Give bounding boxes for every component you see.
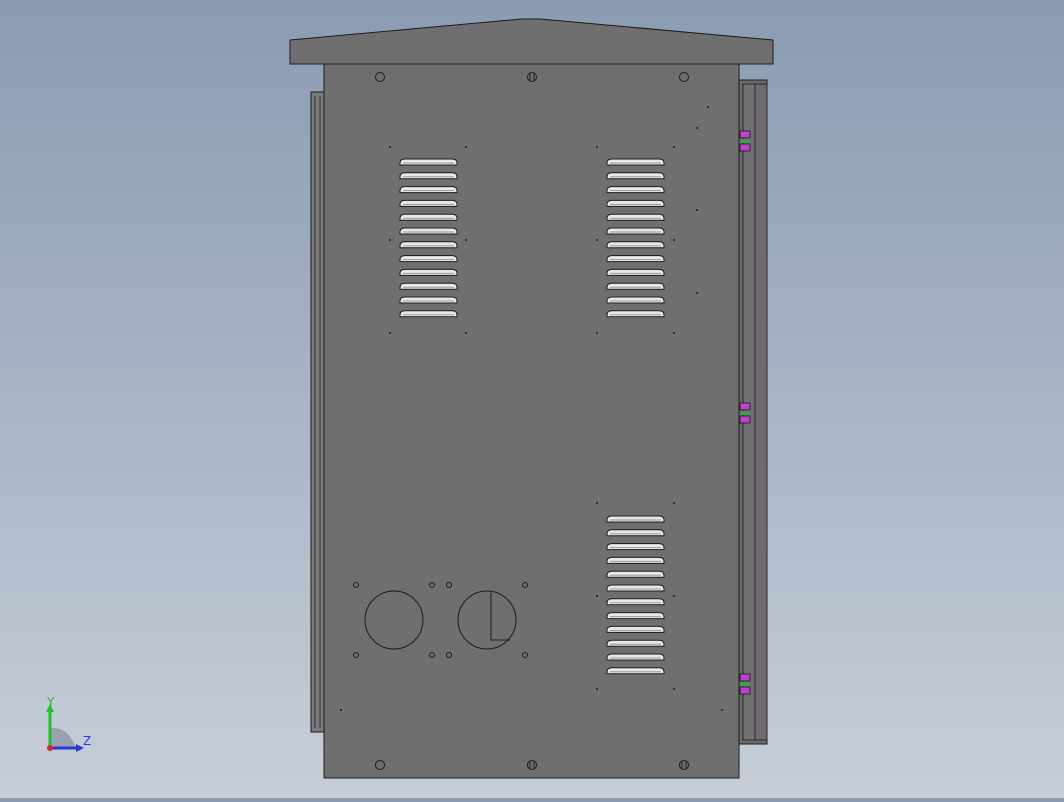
louver-slot <box>606 213 665 221</box>
louver-slot <box>606 625 665 633</box>
louver-slot <box>606 556 665 564</box>
louver-slot <box>606 241 665 249</box>
louver-slot <box>606 255 665 263</box>
louver-slot <box>606 639 665 647</box>
louver-slot <box>606 268 665 276</box>
y-axis-label: Y <box>46 696 55 709</box>
cad-viewport[interactable]: Y Z <box>0 0 1064 798</box>
louver-slot <box>606 227 665 235</box>
louver-slot <box>606 199 665 207</box>
louver-slot <box>399 282 458 290</box>
hinge-middle <box>739 402 751 424</box>
louver-slot <box>606 282 665 290</box>
cabinet-roof <box>289 18 774 65</box>
louver-slot <box>606 570 665 578</box>
louver-slot <box>399 172 458 180</box>
louver-slot <box>399 310 458 318</box>
louver-slot <box>399 199 458 207</box>
louver-slot <box>399 227 458 235</box>
louver-slot <box>399 158 458 166</box>
louver-slot <box>606 598 665 606</box>
louver-slot <box>399 255 458 263</box>
louver-slot <box>399 186 458 194</box>
louver-slot <box>606 515 665 523</box>
louver-slot <box>606 186 665 194</box>
louver-slot <box>606 584 665 592</box>
hinge-bottom <box>739 673 751 695</box>
louver-slot <box>399 241 458 249</box>
coordinate-triad: Y Z <box>38 695 98 756</box>
triad-plane <box>50 727 76 748</box>
louver-slot <box>606 296 665 304</box>
louver-slot <box>399 213 458 221</box>
z-axis-label: Z <box>83 734 91 748</box>
louver-slot <box>399 268 458 276</box>
louver-slot <box>399 296 458 304</box>
triad-origin <box>47 745 53 751</box>
cabinet-body <box>323 63 740 779</box>
louver-slot <box>606 653 665 661</box>
louver-slot <box>606 612 665 620</box>
louver-slot <box>606 158 665 166</box>
hinge-top <box>739 130 751 152</box>
louver-slot <box>606 543 665 551</box>
louver-slot <box>606 172 665 180</box>
louver-slot <box>606 667 665 675</box>
left-side-flange <box>310 91 325 733</box>
cabinet-model[interactable] <box>0 0 1064 798</box>
louver-slot <box>606 529 665 537</box>
louver-slot <box>606 310 665 318</box>
